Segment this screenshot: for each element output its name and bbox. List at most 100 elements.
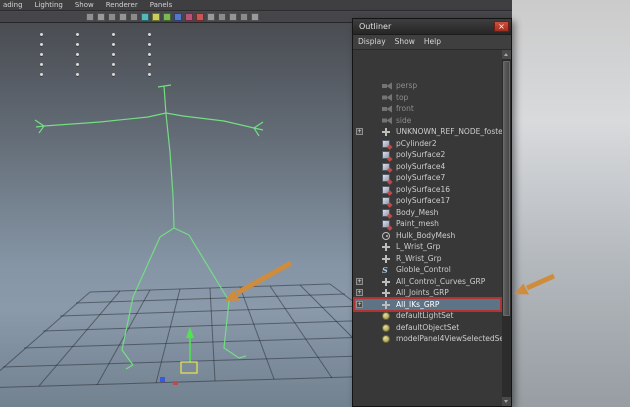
- joint-dot: [40, 33, 43, 36]
- menu-panels[interactable]: Panels: [150, 0, 173, 10]
- menu-shading[interactable]: ading: [3, 0, 23, 10]
- outliner-item-front[interactable]: front: [353, 103, 502, 115]
- outliner-item-polySurface2[interactable]: polySurface2: [353, 149, 502, 161]
- joint-dot: [148, 43, 151, 46]
- toolbar-icon-1[interactable]: [86, 13, 94, 21]
- joint-dot: [76, 73, 79, 76]
- outliner-item-L_Wrist_Grp[interactable]: L_Wrist_Grp: [353, 241, 502, 253]
- item-label: defaultObjectSet: [396, 322, 459, 334]
- camera-icon: [382, 94, 392, 102]
- joint-dot: [148, 33, 151, 36]
- toolbar-icon-2[interactable]: [97, 13, 105, 21]
- toolbar-icon-5[interactable]: [130, 13, 138, 21]
- menu-show[interactable]: Show: [75, 0, 94, 10]
- item-label: top: [396, 92, 408, 104]
- joint-dot: [148, 73, 151, 76]
- mesh-icon: [382, 197, 390, 205]
- outliner-item-side[interactable]: side: [353, 115, 502, 127]
- toolbar-icon-3[interactable]: [108, 13, 116, 21]
- outliner-item-pCylinder2[interactable]: pCylinder2: [353, 138, 502, 150]
- outliner-item-All_IKs_GRP[interactable]: All_IKs_GRP: [353, 299, 502, 311]
- item-label: All_Joints_GRP: [396, 287, 449, 299]
- joint-dot: [148, 53, 151, 56]
- toolbar-icon-10[interactable]: [185, 13, 193, 21]
- item-label: L_Wrist_Grp: [396, 241, 440, 253]
- joint-dot: [112, 33, 115, 36]
- outliner-item-persp[interactable]: persp: [353, 80, 502, 92]
- outliner-item-polySurface16[interactable]: polySurface16: [353, 184, 502, 196]
- outliner-item-All_Joints_GRP[interactable]: All_Joints_GRP: [353, 287, 502, 299]
- scroll-up-button[interactable]: [502, 50, 511, 59]
- joint-dot: [76, 33, 79, 36]
- outliner-item-Paint_mesh[interactable]: Paint_mesh: [353, 218, 502, 230]
- joint-dot: [112, 53, 115, 56]
- outliner-item-Body_Mesh[interactable]: Body_Mesh: [353, 207, 502, 219]
- item-label: front: [396, 103, 414, 115]
- outliner-item-polySurface17[interactable]: polySurface17: [353, 195, 502, 207]
- item-label: side: [396, 115, 411, 127]
- scroll-down-button[interactable]: [502, 397, 511, 406]
- outliner-item-R_Wrist_Grp[interactable]: R_Wrist_Grp: [353, 253, 502, 265]
- window-title: Outliner: [359, 22, 391, 31]
- camera-icon: [382, 82, 392, 90]
- transform-icon: [382, 301, 390, 309]
- item-label: polySurface2: [396, 149, 445, 161]
- toolbar-icon-8[interactable]: [163, 13, 171, 21]
- joint-dot: [112, 63, 115, 66]
- outliner-window: Outliner × Display Show Help persptopfro…: [352, 18, 512, 407]
- close-button[interactable]: ×: [494, 21, 509, 32]
- outliner-item-All_Control_Curves_GRP[interactable]: All_Control_Curves_GRP: [353, 276, 502, 288]
- outliner-item-Hulk_BodyMesh[interactable]: Hulk_BodyMesh: [353, 230, 502, 242]
- mesh-icon: [382, 186, 390, 194]
- outliner-item-modelPanel4ViewSelectedSet[interactable]: modelPanel4ViewSelectedSet: [353, 333, 502, 345]
- outliner-item-polySurface4[interactable]: polySurface4: [353, 161, 502, 173]
- toolbar-icon-6[interactable]: [141, 13, 149, 21]
- set-icon: [382, 335, 390, 343]
- toolbar-icon-14[interactable]: [229, 13, 237, 21]
- joint-dot: [40, 73, 43, 76]
- scroll-thumb[interactable]: [503, 61, 510, 316]
- menu-lighting[interactable]: Lighting: [35, 0, 63, 10]
- item-label: All_IKs_GRP: [396, 299, 439, 311]
- transform-icon: [382, 255, 390, 263]
- expand-toggle[interactable]: [356, 128, 363, 135]
- item-label: polySurface4: [396, 161, 445, 173]
- menu-show[interactable]: Show: [395, 35, 415, 49]
- outliner-item-defaultObjectSet[interactable]: defaultObjectSet: [353, 322, 502, 334]
- outliner-titlebar[interactable]: Outliner ×: [353, 19, 511, 35]
- joint-dot: [40, 43, 43, 46]
- item-label: polySurface17: [396, 195, 450, 207]
- expand-toggle[interactable]: [356, 301, 363, 308]
- toolbar-icon-15[interactable]: [240, 13, 248, 21]
- item-label: defaultLightSet: [396, 310, 453, 322]
- joint-dot: [76, 63, 79, 66]
- outliner-item-polySurface7[interactable]: polySurface7: [353, 172, 502, 184]
- outliner-item-defaultLightSet[interactable]: defaultLightSet: [353, 310, 502, 322]
- transform-icon: [382, 128, 390, 136]
- toolbar-icon-7[interactable]: [152, 13, 160, 21]
- joint-dot: [40, 63, 43, 66]
- toolbar-icon-13[interactable]: [218, 13, 226, 21]
- joint-dot: [148, 63, 151, 66]
- camera-icon: [382, 105, 392, 113]
- outliner-list: persptopfrontsideUNKNOWN_REF_NODE_foster…: [353, 50, 502, 406]
- toolbar-icon-9[interactable]: [174, 13, 182, 21]
- outliner-item-top[interactable]: top: [353, 92, 502, 104]
- toolbar-icon-11[interactable]: [196, 13, 204, 21]
- menu-renderer[interactable]: Renderer: [106, 0, 138, 10]
- outliner-item-Globle_Control[interactable]: Globle_Control: [353, 264, 502, 276]
- joint-dot: [112, 43, 115, 46]
- menu-display[interactable]: Display: [358, 35, 386, 49]
- mesh-icon: [382, 220, 390, 228]
- expand-toggle[interactable]: [356, 289, 363, 296]
- set-icon: [382, 324, 390, 332]
- scrollbar[interactable]: [502, 50, 511, 406]
- expand-toggle[interactable]: [356, 278, 363, 285]
- menu-help[interactable]: Help: [424, 35, 441, 49]
- toolbar-icon-4[interactable]: [119, 13, 127, 21]
- toolbar-icon-12[interactable]: [207, 13, 215, 21]
- item-label: All_Control_Curves_GRP: [396, 276, 485, 288]
- outliner-item-UNKNOWN_REF_NODE_fosterP[interactable]: UNKNOWN_REF_NODE_fosterP: [353, 126, 502, 138]
- bone-icon: [382, 232, 390, 240]
- toolbar-icon-16[interactable]: [251, 13, 259, 21]
